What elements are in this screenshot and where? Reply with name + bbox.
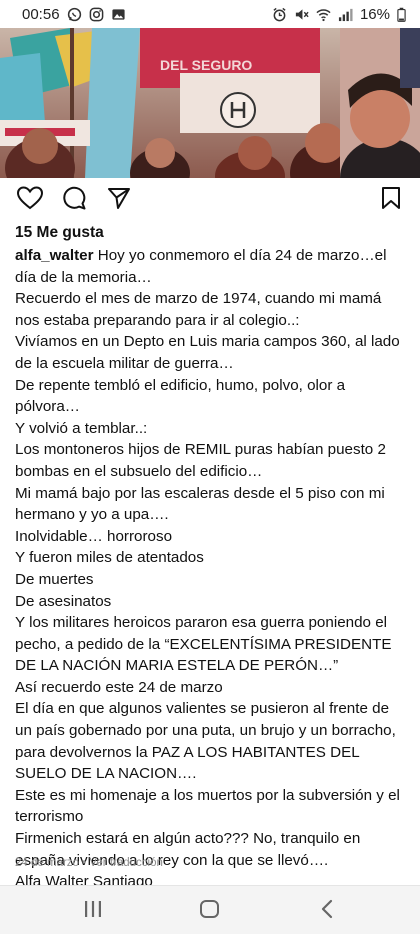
- battery-icon: [397, 7, 406, 22]
- protest-photo: DEL SEGURO: [0, 28, 420, 178]
- alarm-icon: [273, 7, 286, 21]
- like-icon[interactable]: [17, 186, 43, 210]
- meta-separator: •: [78, 857, 90, 869]
- post-caption: alfa_walter Hoy yo conmemoro el día 24 d…: [15, 245, 410, 893]
- mute-icon: [295, 8, 309, 20]
- comment-icon[interactable]: [62, 186, 86, 210]
- caption-line: Y fueron miles de atentados: [15, 549, 204, 567]
- save-icon[interactable]: [380, 186, 402, 210]
- post-meta: 24 de marzo • Ver traducción: [15, 857, 163, 869]
- caption-line: De asesinatos: [15, 592, 112, 610]
- gallery-icon: [111, 8, 125, 20]
- banner-text: DEL SEGURO: [160, 57, 252, 73]
- caption-line: Este es mi homenaje a los muertos por la…: [15, 786, 400, 826]
- caption-line: De repente tembló el edificio, humo, pol…: [15, 376, 346, 416]
- caption-line: El día en que algunos valientes se pusie…: [15, 700, 396, 783]
- status-bar: 00:56 16%: [0, 0, 420, 28]
- caption-line: Vivíamos en un Depto en Luis maria campo…: [15, 333, 400, 372]
- translate-link[interactable]: Ver traducción: [89, 857, 163, 869]
- post-date: 24 de marzo: [15, 857, 79, 869]
- caption-first-line: alfa_walter Hoy yo conmemoro el día 24 d…: [15, 245, 410, 288]
- battery-level: 16%: [359, 5, 390, 23]
- caption-line: Así recuerdo este 24 de marzo: [15, 678, 223, 696]
- username[interactable]: alfa_walter: [15, 247, 94, 264]
- system-nav-bar: [0, 885, 420, 934]
- caption-line: Los montoneros hijos de REMIL puras habí…: [15, 441, 386, 480]
- status-left: 00:56: [22, 6, 126, 23]
- wifi-icon: [316, 8, 331, 21]
- signal-icon: [338, 8, 353, 21]
- caption-line: De muertes: [15, 570, 94, 588]
- likes-count[interactable]: 15 Me gusta: [15, 224, 104, 242]
- share-icon[interactable]: [107, 186, 131, 210]
- caption-line: Y los militares heroicos pararon esa gue…: [15, 614, 392, 675]
- whatsapp-icon: [67, 7, 81, 21]
- post-image[interactable]: DEL SEGURO: [0, 28, 420, 178]
- caption-line: Y volvió a temblar..:: [15, 419, 148, 437]
- caption-line: Inolvidable… horroroso: [15, 527, 173, 545]
- recents-icon[interactable]: [84, 898, 102, 920]
- status-right: 16%: [272, 6, 406, 23]
- caption-line: Recuerdo el mes de marzo de 1974, cuando…: [15, 290, 382, 329]
- instagram-icon: [89, 7, 103, 21]
- post-action-bar: [0, 178, 420, 218]
- status-time: 00:56: [22, 5, 60, 23]
- caption-line: Mi mamá bajo por las escaleras desde el …: [15, 484, 385, 524]
- home-icon[interactable]: [199, 898, 221, 920]
- back-icon[interactable]: [318, 898, 338, 920]
